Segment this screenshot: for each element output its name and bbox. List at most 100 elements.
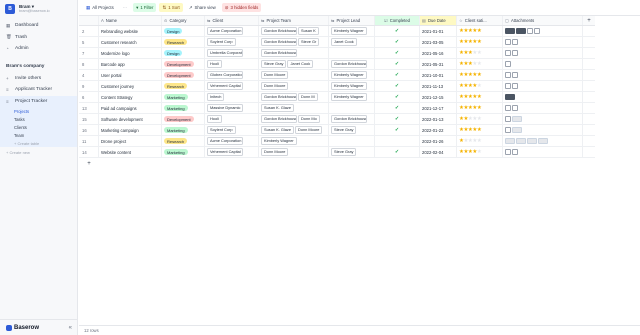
column-header-completed[interactable]: ☑ Completed <box>375 16 420 25</box>
cell-due-date[interactable]: 2022-01-13 <box>420 114 457 124</box>
cell-name[interactable]: Customer journey <box>99 81 162 91</box>
cell-completed[interactable]: ✓ <box>375 92 420 102</box>
cell-due-date[interactable]: 2021-05-16 <box>420 48 457 58</box>
cell-team[interactable]: Donn Moore <box>259 70 329 80</box>
image-thumbnail[interactable] <box>505 138 515 144</box>
image-thumbnail[interactable] <box>512 116 522 122</box>
cell-attachments[interactable] <box>503 48 583 58</box>
cell-category[interactable]: Research <box>162 37 205 47</box>
cell-attachments[interactable] <box>503 114 583 124</box>
cell-team[interactable]: Susan K. Glaze <box>259 103 329 113</box>
image-thumbnail[interactable] <box>527 138 537 144</box>
cell-lead[interactable]: Kimberly Wagner <box>329 26 375 36</box>
cell-due-date[interactable]: 2021-03-05 <box>420 37 457 47</box>
cell-name[interactable]: Drone project <box>99 136 162 146</box>
cell-category[interactable]: Marketing <box>162 103 205 113</box>
sidebar-item-invite-others[interactable]: + Invite others <box>0 73 77 85</box>
cell-due-date[interactable]: 2022-01-26 <box>420 136 457 146</box>
cell-name[interactable]: Content Strategy <box>99 92 162 102</box>
cell-rating[interactable]: ★★★★★ <box>457 125 503 135</box>
column-header-client[interactable]: ⇆ Client <box>205 16 259 25</box>
cell-lead[interactable]: Kimberly Wagner <box>329 81 375 91</box>
cell-due-date[interactable]: 2021-01-01 <box>420 26 457 36</box>
create-new-link[interactable]: + Create new <box>0 148 77 156</box>
cell-team[interactable]: Gordon Brickhouse <box>259 48 329 58</box>
file-thumbnail-icon[interactable] <box>505 83 511 89</box>
file-thumbnail-icon[interactable] <box>505 39 511 45</box>
cell-attachments[interactable] <box>503 37 583 47</box>
cell-completed[interactable]: ✓ <box>375 125 420 135</box>
cell-rating[interactable]: ★★★★★ <box>457 92 503 102</box>
cell-completed[interactable] <box>375 136 420 146</box>
file-thumbnail-icon[interactable] <box>505 105 511 111</box>
cell-rating[interactable]: ★★★★★ <box>457 37 503 47</box>
cell-lead[interactable] <box>329 48 375 58</box>
image-thumbnail[interactable] <box>505 94 515 100</box>
cell-lead[interactable]: Steve Gray <box>329 125 375 135</box>
cell-category[interactable]: Development <box>162 70 205 80</box>
sidebar-item-admin[interactable]: ◔ Admin <box>0 43 77 55</box>
cell-team[interactable]: Steve Gray Janet Cook <box>259 59 329 69</box>
cell-rating[interactable]: ★★★★★ <box>457 81 503 91</box>
image-thumbnail[interactable] <box>516 28 526 34</box>
image-thumbnail[interactable] <box>505 28 515 34</box>
file-thumbnail-icon[interactable] <box>512 39 518 45</box>
file-thumbnail-icon[interactable] <box>512 72 518 78</box>
sidebar-item-project-tracker[interactable]: ≡ Project Tracker <box>0 96 77 108</box>
table-row[interactable]: 7Modernize logoDesign Umbrella Corporatio… <box>79 48 595 59</box>
table-row[interactable]: 16 Marketing campaign Marketing Soylent Cor… <box>79 125 595 136</box>
cell-attachments[interactable] <box>503 26 583 36</box>
cell-completed[interactable]: ✓ <box>375 59 420 69</box>
cell-attachments[interactable] <box>503 92 583 102</box>
file-thumbnail-icon[interactable] <box>512 149 518 155</box>
sidebar-table-tasks[interactable]: Tasks <box>0 115 77 123</box>
cell-due-date[interactable]: 2021-11-13 <box>420 81 457 91</box>
cell-attachments[interactable] <box>503 59 583 69</box>
cell-name[interactable]: Marketing campaign <box>99 125 162 135</box>
cell-category[interactable]: Marketing <box>162 147 205 157</box>
cell-completed[interactable]: ✓ <box>375 147 420 157</box>
file-thumbnail-icon[interactable] <box>512 83 518 89</box>
table-row[interactable]: 2 Rebranding website Design Acme Corporatio… <box>79 26 595 37</box>
cell-due-date[interactable]: 2022-02-04 <box>420 147 457 157</box>
file-thumbnail-icon[interactable] <box>505 72 511 78</box>
cell-lead[interactable] <box>329 136 375 146</box>
cell-attachments[interactable] <box>503 136 583 146</box>
cell-category[interactable]: Design <box>162 26 205 36</box>
sidebar-table-team[interactable]: Team <box>0 131 77 139</box>
cell-client[interactable]: Soylent Corp <box>205 37 259 47</box>
add-field-button[interactable]: + <box>583 16 595 25</box>
cell-category[interactable]: Development <box>162 114 205 124</box>
cell-lead[interactable]: Gordon Brickhouse <box>329 59 375 69</box>
file-thumbnail-icon[interactable] <box>505 127 511 133</box>
cell-name[interactable]: Rebranding website <box>99 26 162 36</box>
filter-button[interactable]: ▾ 1 Filter <box>133 3 157 12</box>
column-header-lead[interactable]: ⇆ Project Lead <box>329 16 375 25</box>
cell-completed[interactable]: ✓ <box>375 48 420 58</box>
cell-lead[interactable]: Kimberly Wagner <box>329 92 375 102</box>
table-row[interactable]: 11 Drone project Research Acme Corporation K… <box>79 136 595 147</box>
hidden-fields-button[interactable]: ⊘ 3 hidden fields <box>221 3 262 12</box>
cell-team[interactable]: Gordon Brickhouse Donn M <box>259 92 329 102</box>
cell-team[interactable]: Donn Moore <box>259 147 329 157</box>
table-row[interactable]: 13 Paid ad campaigns Marketing Massive Dyna… <box>79 103 595 114</box>
cell-client[interactable]: Soylent Corp <box>205 125 259 135</box>
cell-lead[interactable]: Janet Cook <box>329 37 375 47</box>
cell-rating[interactable]: ★★★★★ <box>457 48 503 58</box>
cell-lead[interactable] <box>329 103 375 113</box>
cell-client[interactable]: Hooli <box>205 59 259 69</box>
cell-client[interactable]: Vehement Capital Pa... <box>205 81 259 91</box>
cell-team[interactable]: Susan K. Glaze Donn Moore <box>259 125 329 135</box>
cell-category[interactable]: Research <box>162 81 205 91</box>
column-header-rating[interactable]: ☆ Client sati... <box>457 16 503 25</box>
cell-due-date[interactable]: 2021-12-15 <box>420 92 457 102</box>
cell-completed[interactable]: ✓ <box>375 114 420 124</box>
cell-client[interactable]: Globex Corporation <box>205 70 259 80</box>
cell-name[interactable]: Paid ad campaigns <box>99 103 162 113</box>
cell-attachments[interactable] <box>503 125 583 135</box>
cell-attachments[interactable] <box>503 70 583 80</box>
cell-completed[interactable]: ✓ <box>375 26 420 36</box>
cell-rating[interactable]: ★★★★★ <box>457 147 503 157</box>
cell-name[interactable]: User portal <box>99 70 162 80</box>
cell-name[interactable]: Modernize logo <box>99 48 162 58</box>
